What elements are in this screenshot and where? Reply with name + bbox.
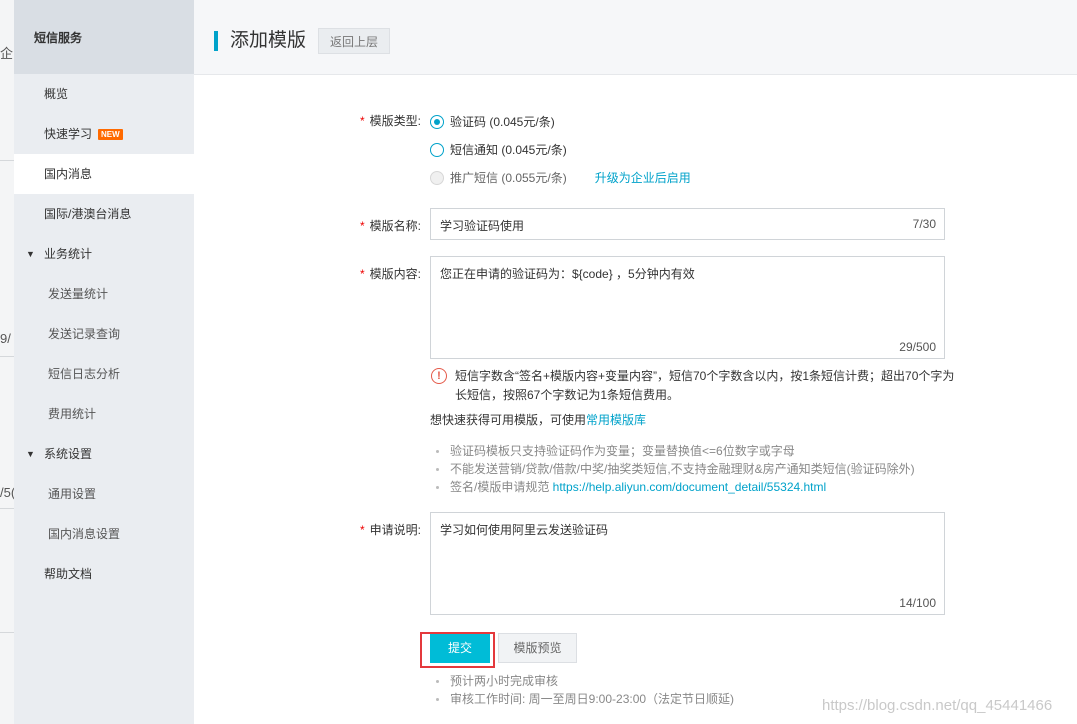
- radio-option-promotion: 推广短信 (0.055元/条) 升级为企业后启用: [430, 169, 691, 187]
- page-title: 添加模版: [230, 30, 307, 51]
- sidebar: 短信服务 概览 快速学习 NEW 国内消息 国际/港澳台消息 ▼ 业务统计 发送量…: [14, 0, 194, 724]
- sidebar-item-cost-stats[interactable]: 费用统计: [14, 394, 194, 434]
- template-content-counter: 29/500: [899, 340, 936, 354]
- required-star: *: [360, 114, 365, 128]
- template-content-label-text: 模版内容:: [369, 267, 422, 281]
- background-page-strip: 企 9/ /5(: [0, 0, 15, 724]
- tip-text: 签名/模版申请规范: [450, 480, 553, 494]
- background-divider: [0, 632, 14, 633]
- application-note-label-text: 申请说明:: [369, 523, 422, 537]
- quick-template-hint: 想快速获得可用模版，可使用常用模版库: [430, 411, 646, 428]
- background-fragment: /5(: [0, 485, 15, 500]
- sidebar-item-help-docs[interactable]: 帮助文档: [14, 554, 194, 594]
- sidebar-item-sms-log-analysis[interactable]: 短信日志分析: [14, 354, 194, 394]
- review-tip-text: 审核工作时间: 周一至周日9:00-23:00（法定节日顺延): [450, 692, 735, 706]
- radio-label: 短信通知 (0.045元/条): [450, 143, 567, 157]
- list-item: 不能发送营销/贷款/借款/中奖/抽奖类短信,不支持金融理财&房产通知类短信(验证…: [430, 460, 915, 478]
- required-star: *: [360, 267, 365, 281]
- sidebar-item-send-record-query[interactable]: 发送记录查询: [14, 314, 194, 354]
- required-star: *: [360, 523, 365, 537]
- radio-label: 推广短信 (0.055元/条): [450, 171, 567, 185]
- radio-option-verification-code[interactable]: 验证码 (0.045元/条): [430, 113, 555, 131]
- sidebar-item-label: 快速学习: [44, 127, 93, 141]
- radio-disabled: [430, 171, 444, 185]
- caret-down-icon: ▼: [26, 249, 35, 259]
- template-name-value: 学习验证码使用: [440, 219, 525, 233]
- sidebar-group-system-settings[interactable]: ▼ 系统设置: [14, 434, 194, 474]
- exclamation-circle-icon: !: [431, 368, 447, 384]
- sidebar-item-domestic-messages[interactable]: 国内消息: [14, 154, 194, 194]
- caret-down-icon: ▼: [26, 449, 35, 459]
- spec-doc-link[interactable]: https://help.aliyun.com/document_detail/…: [553, 480, 827, 494]
- sidebar-item-send-volume-stats[interactable]: 发送量统计: [14, 274, 194, 314]
- sidebar-item-label: 短信日志分析: [48, 367, 121, 381]
- radio-option-notification[interactable]: 短信通知 (0.045元/条): [430, 141, 567, 159]
- upgrade-enterprise-link[interactable]: 升级为企业后启用: [595, 169, 691, 187]
- length-warning-text: 短信字数含“签名+模版内容+变量内容”，短信70个字数含以内，按1条短信计费；超…: [455, 369, 955, 402]
- template-type-label: * 模版类型:: [360, 112, 421, 129]
- sidebar-item-label: 概览: [44, 87, 69, 101]
- page-header: 添加模版 返回上层: [194, 0, 1077, 75]
- tip-text: 验证码模板只支持验证码作为变量；变量替换值<=6位数字或字母: [450, 444, 795, 458]
- list-item: 审核工作时间: 周一至周日9:00-23:00（法定节日顺延): [430, 690, 734, 708]
- review-tips-list: 预计两小时完成审核 审核工作时间: 周一至周日9:00-23:00（法定节日顺延…: [430, 672, 734, 708]
- sidebar-item-label: 通用设置: [48, 487, 97, 501]
- background-divider: [0, 160, 14, 161]
- radio-unchecked[interactable]: [430, 143, 444, 157]
- background-divider: [0, 508, 14, 509]
- template-content-textarea[interactable]: 您正在申请的验证码为：${code} ，5分钟内有效 29/500: [430, 256, 945, 359]
- required-star: *: [360, 219, 365, 233]
- template-type-label-text: 模版类型:: [369, 114, 422, 128]
- sidebar-item-general-settings[interactable]: 通用设置: [14, 474, 194, 514]
- new-badge: NEW: [98, 129, 123, 140]
- sidebar-item-label: 国际/港澳台消息: [44, 207, 132, 221]
- background-divider: [0, 356, 14, 357]
- review-tip-text: 预计两小时完成审核: [450, 674, 559, 688]
- list-item: 预计两小时完成审核: [430, 672, 734, 690]
- application-note-counter: 14/100: [899, 596, 936, 610]
- sidebar-title: 短信服务: [14, 0, 194, 74]
- highlight-box: [420, 632, 495, 668]
- template-name-label: * 模版名称:: [360, 217, 421, 234]
- template-content-label: * 模版内容:: [360, 265, 421, 282]
- quick-template-text: 想快速获得可用模版，可使用: [430, 413, 587, 427]
- back-button[interactable]: 返回上层: [318, 28, 390, 54]
- sidebar-item-quick-learn[interactable]: 快速学习 NEW: [14, 114, 194, 154]
- sidebar-item-label: 发送记录查询: [48, 327, 121, 341]
- tip-text: 不能发送营销/贷款/借款/中奖/抽奖类短信,不支持金融理财&房产通知类短信(验证…: [450, 462, 915, 476]
- radio-checked[interactable]: [430, 115, 444, 129]
- watermark: https://blog.csdn.net/qq_45441466: [822, 697, 1053, 714]
- application-note-label: * 申请说明:: [360, 521, 421, 538]
- sidebar-item-label: 帮助文档: [44, 567, 93, 581]
- common-template-library-link[interactable]: 常用模版库: [586, 413, 646, 427]
- template-tips-list: 验证码模板只支持验证码作为变量；变量替换值<=6位数字或字母 不能发送营销/贷款…: [430, 442, 915, 496]
- list-item: 签名/模版申请规范 https://help.aliyun.com/docume…: [430, 478, 915, 496]
- sidebar-item-international-messages[interactable]: 国际/港澳台消息: [14, 194, 194, 234]
- sidebar-item-domestic-message-settings[interactable]: 国内消息设置: [14, 514, 194, 554]
- sidebar-item-label: 国内消息设置: [48, 527, 121, 541]
- template-content-value: 您正在申请的验证码为：${code} ，5分钟内有效: [440, 267, 695, 281]
- sidebar-item-label: 发送量统计: [48, 287, 109, 301]
- title-accent-bar: [214, 31, 218, 51]
- sidebar-item-label: 费用统计: [48, 407, 97, 421]
- sidebar-group-label: 业务统计: [44, 247, 93, 261]
- template-name-counter: 7/30: [912, 217, 936, 231]
- sidebar-group-business-stats[interactable]: ▼ 业务统计: [14, 234, 194, 274]
- template-preview-button[interactable]: 模版预览: [498, 633, 577, 663]
- sidebar-item-overview[interactable]: 概览: [14, 74, 194, 114]
- list-item: 验证码模板只支持验证码作为变量；变量替换值<=6位数字或字母: [430, 442, 915, 460]
- radio-label: 验证码 (0.045元/条): [450, 115, 555, 129]
- application-note-value: 学习如何使用阿里云发送验证码: [440, 523, 609, 537]
- sidebar-item-label: 国内消息: [44, 167, 93, 181]
- background-fragment: 企: [0, 46, 14, 61]
- sidebar-group-label: 系统设置: [44, 447, 93, 461]
- application-note-textarea[interactable]: 学习如何使用阿里云发送验证码 14/100: [430, 512, 945, 615]
- template-name-label-text: 模版名称:: [369, 219, 422, 233]
- template-name-input[interactable]: 学习验证码使用 7/30: [430, 208, 945, 240]
- background-fragment: 9/: [0, 331, 11, 346]
